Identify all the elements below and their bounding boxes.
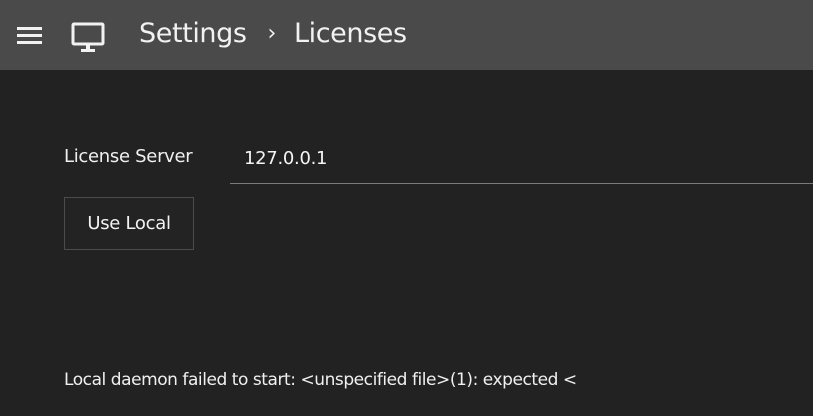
license-server-input[interactable] xyxy=(230,138,813,184)
top-bar: Settings › Licenses xyxy=(0,0,813,70)
hamburger-menu-icon[interactable] xyxy=(17,27,42,44)
breadcrumb-settings[interactable]: Settings xyxy=(139,18,247,49)
monitor-icon xyxy=(71,21,105,55)
use-local-button[interactable]: Use Local xyxy=(64,197,194,250)
breadcrumb-separator: › xyxy=(267,21,277,46)
license-server-label: License Server xyxy=(64,146,193,167)
status-message: Local daemon failed to start: <unspecifi… xyxy=(64,370,577,390)
breadcrumb: Settings › Licenses xyxy=(139,16,407,54)
breadcrumb-licenses: Licenses xyxy=(293,18,407,49)
